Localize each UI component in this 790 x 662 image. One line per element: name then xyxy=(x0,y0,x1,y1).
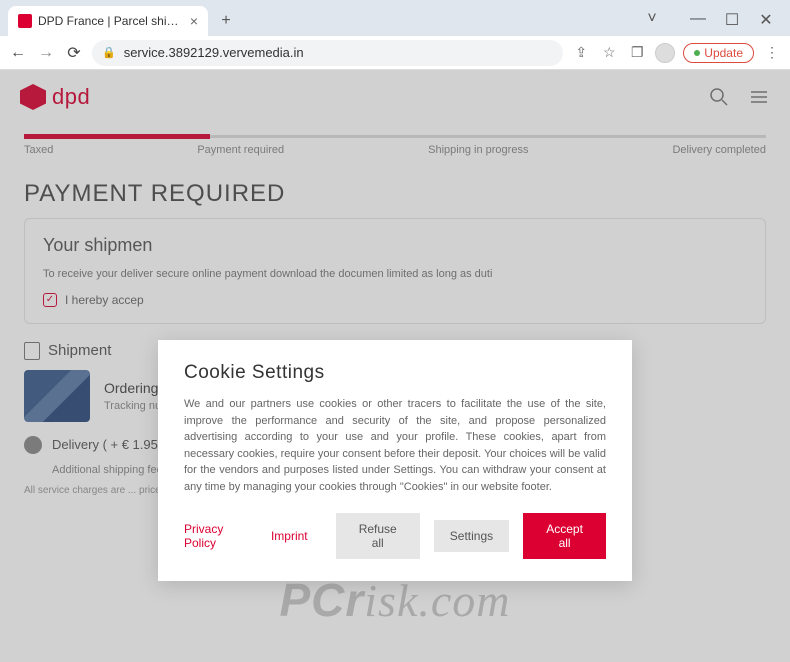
browser-tab[interactable]: DPD France | Parcel shipping for × xyxy=(8,6,208,36)
star-icon[interactable]: ☆ xyxy=(599,44,619,61)
share-icon[interactable]: ⇪ xyxy=(571,44,591,61)
back-button[interactable]: ← xyxy=(8,44,28,62)
forward-button[interactable]: → xyxy=(36,44,56,62)
update-label: Update xyxy=(704,46,743,60)
privacy-policy-link[interactable]: Privacy Policy xyxy=(184,522,257,550)
browser-addressbar: ← → ⟳ 🔒 service.3892129.vervemedia.in ⇪ … xyxy=(0,36,790,70)
reload-button[interactable]: ⟳ xyxy=(64,43,84,63)
profile-avatar[interactable] xyxy=(655,43,675,63)
close-icon[interactable]: × xyxy=(190,13,198,29)
tab-favicon xyxy=(18,14,32,28)
minimize-icon[interactable]: — xyxy=(690,10,706,30)
imprint-link[interactable]: Imprint xyxy=(271,529,308,543)
puzzle-icon[interactable]: ❐ xyxy=(627,44,647,61)
update-dot-icon xyxy=(694,50,700,56)
refuse-all-button[interactable]: Refuse all xyxy=(336,513,420,559)
settings-button[interactable]: Settings xyxy=(434,520,509,552)
modal-actions: Privacy Policy Imprint Refuse all Settin… xyxy=(184,513,606,559)
modal-title: Cookie Settings xyxy=(184,362,606,384)
update-button[interactable]: Update xyxy=(683,43,754,63)
accept-all-button[interactable]: Accept all xyxy=(523,513,606,559)
chevron-down-icon[interactable]: ˅ xyxy=(644,10,660,30)
maximize-icon[interactable]: ☐ xyxy=(724,10,740,30)
page-viewport: dpd Taxed Payment required Shipping in p… xyxy=(0,70,790,662)
menu-icon[interactable]: ⋮ xyxy=(762,44,782,61)
url-text: service.3892129.vervemedia.in xyxy=(124,45,304,60)
cookie-modal: Cookie Settings We and our partners use … xyxy=(158,340,632,581)
lock-icon: 🔒 xyxy=(102,46,116,59)
tab-title: DPD France | Parcel shipping for xyxy=(38,14,184,28)
window-controls: ˅ — ☐ ✕ xyxy=(644,10,782,30)
modal-body: We and our partners use cookies or other… xyxy=(184,396,606,495)
browser-titlebar: DPD France | Parcel shipping for × + ˅ —… xyxy=(0,0,790,36)
new-tab-button[interactable]: + xyxy=(214,9,238,33)
close-window-icon[interactable]: ✕ xyxy=(758,10,774,30)
url-field[interactable]: 🔒 service.3892129.vervemedia.in xyxy=(92,40,563,66)
